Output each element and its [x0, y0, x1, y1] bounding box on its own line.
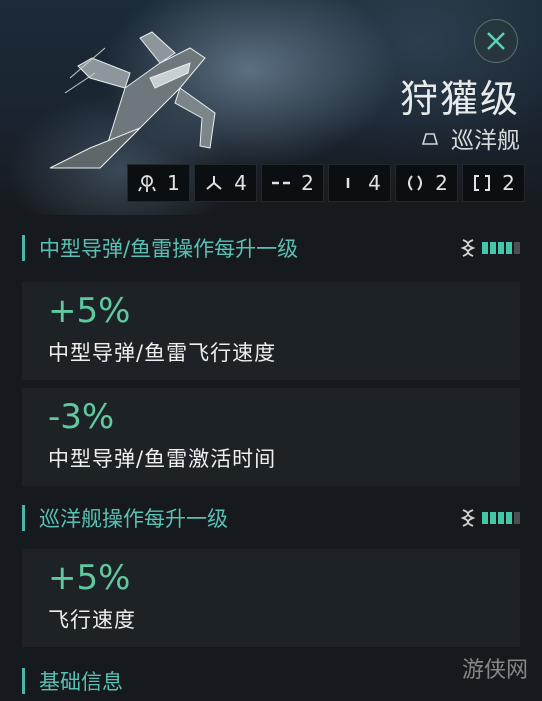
high-slot-icon — [138, 175, 156, 192]
section-accent-bar — [22, 505, 25, 531]
slot-subsystem: 2 — [462, 164, 525, 202]
skill-dna-icon — [460, 509, 476, 527]
slot-high: 1 — [127, 164, 190, 202]
section-title: 巡洋舰操作每升一级 — [39, 507, 228, 531]
section-title: 基础信息 — [39, 670, 123, 694]
ship-name: 狩獾级 — [399, 77, 520, 121]
slot-turret: 4 — [194, 164, 257, 202]
slot-count: 4 — [234, 171, 247, 195]
bonus-section-header[interactable]: 中型导弹/鱼雷操作每升一级 — [22, 233, 520, 263]
cruiser-class-icon — [421, 133, 439, 145]
skill-pip — [490, 242, 496, 254]
bonus-value: +5% — [48, 558, 131, 598]
slot-layout: 1 4 2 4 2 2 — [127, 164, 525, 202]
bonus-description: 飞行速度 — [48, 608, 136, 632]
ship-class: 巡洋舰 — [419, 123, 520, 154]
skill-pips — [482, 242, 520, 254]
skill-pip — [498, 242, 504, 254]
mid-slot-icon — [272, 181, 291, 185]
slot-count: 2 — [435, 171, 448, 195]
skill-pips — [482, 512, 520, 524]
slot-count: 2 — [301, 171, 314, 195]
slot-count: 1 — [167, 171, 180, 195]
bonus-card: +5% 飞行速度 — [22, 549, 520, 647]
bonus-card: +5% 中型导弹/鱼雷飞行速度 — [22, 282, 520, 380]
slot-mid: 2 — [261, 164, 324, 202]
slot-count: 2 — [502, 171, 515, 195]
section-accent-bar — [22, 668, 25, 694]
section-accent-bar — [22, 235, 25, 261]
bonus-description: 中型导弹/鱼雷飞行速度 — [48, 341, 277, 365]
subsystem-icon — [474, 175, 491, 191]
bonus-card: -3% 中型导弹/鱼雷激活时间 — [22, 388, 520, 486]
skill-pip — [498, 512, 504, 524]
skill-level-indicator — [460, 508, 520, 528]
skill-pip — [506, 512, 512, 524]
skill-pip — [514, 512, 520, 524]
low-slot-icon — [346, 178, 350, 188]
ship-header: 狩獾级 巡洋舰 1 4 2 4 2 2 — [0, 0, 542, 215]
bonus-section-header[interactable]: 巡洋舰操作每升一级 — [22, 503, 520, 533]
ship-class-label: 巡洋舰 — [451, 128, 520, 154]
info-section-header[interactable]: 基础信息 — [22, 666, 520, 696]
close-icon — [487, 32, 505, 50]
rig-icon — [408, 175, 423, 191]
slot-count: 4 — [368, 171, 381, 195]
skill-pip — [482, 512, 488, 524]
section-title: 中型导弹/鱼雷操作每升一级 — [39, 237, 299, 261]
skill-pip — [506, 242, 512, 254]
watermark-text: 游侠网 — [462, 658, 529, 683]
skill-pip — [482, 242, 488, 254]
turret-icon — [206, 176, 222, 190]
watermark-logo: 游侠网 — [462, 652, 528, 684]
bonus-value: +5% — [48, 291, 131, 331]
skill-pip — [514, 242, 520, 254]
skill-dna-icon — [460, 239, 476, 257]
bonus-description: 中型导弹/鱼雷激活时间 — [48, 447, 277, 471]
slot-rig: 2 — [395, 164, 458, 202]
skill-pip — [490, 512, 496, 524]
ship-render — [49, 31, 216, 169]
close-button[interactable] — [474, 19, 518, 63]
skill-level-indicator — [460, 238, 520, 258]
bonus-value: -3% — [48, 397, 115, 437]
slot-low: 4 — [328, 164, 391, 202]
